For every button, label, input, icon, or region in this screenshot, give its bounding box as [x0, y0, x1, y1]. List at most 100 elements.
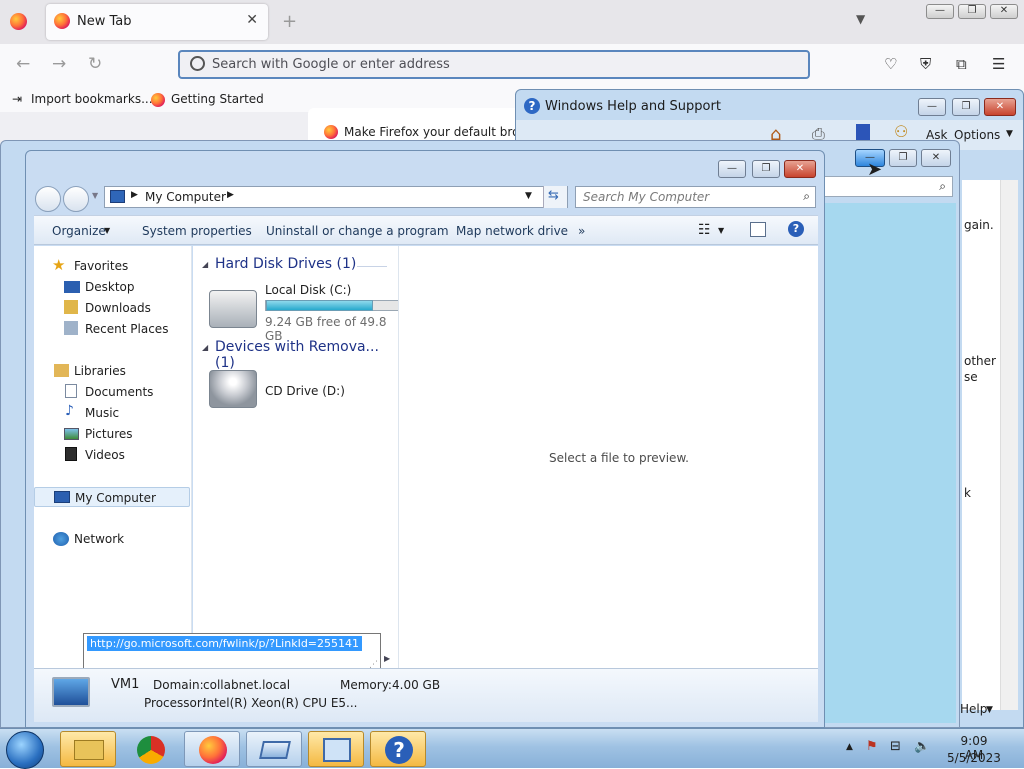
forward-arrow-icon[interactable]: → — [52, 54, 66, 74]
system-properties-button[interactable]: System properties — [142, 224, 252, 238]
nav-favorites[interactable]: ★ Favorites — [34, 256, 190, 276]
taskbar-app-button[interactable] — [246, 731, 302, 767]
nav-desktop[interactable]: Desktop — [34, 277, 190, 297]
breadcrumb-arrow-icon[interactable]: ▶ — [227, 190, 234, 200]
help-close-button[interactable]: ✕ — [984, 98, 1016, 116]
pocket-icon[interactable]: ♡ — [884, 55, 897, 73]
taskbar-system-button[interactable] — [308, 731, 364, 767]
group-header-hard-disks[interactable]: Hard Disk Drives (1) — [215, 256, 356, 272]
address-chevron-down-icon[interactable]: ▼ — [525, 191, 532, 201]
bookmark-getting-started[interactable]: Getting Started — [171, 92, 264, 106]
breadcrumb-arrow-icon[interactable]: ▶ — [131, 190, 138, 200]
command-bar: Organize ▼ System properties Uninstall o… — [34, 215, 818, 245]
preview-pane: Select a file to preview. — [398, 246, 818, 668]
options-button[interactable]: Options — [954, 128, 1000, 142]
nav-documents[interactable]: Documents — [34, 382, 190, 402]
group-collapse-icon[interactable]: ◢ — [202, 343, 208, 352]
map-network-drive-button[interactable]: Map network drive — [456, 224, 568, 238]
taskbar-explorer-button[interactable] — [60, 731, 116, 767]
firefox-bookmark-icon — [151, 93, 165, 107]
nav-my-computer[interactable]: My Computer — [34, 487, 190, 507]
help-text-fragment: k — [964, 486, 971, 500]
ask-people-icon[interactable]: ⚇ — [894, 122, 908, 141]
forward-arrow-icon[interactable] — [63, 186, 89, 212]
help-icon[interactable]: ? — [788, 221, 804, 237]
uninstall-program-button[interactable]: Uninstall or change a program — [266, 224, 449, 238]
import-icon: ⇥ — [12, 92, 23, 106]
nav-recent-places[interactable]: Recent Places — [34, 319, 190, 339]
bookmark-import[interactable]: Import bookmarks... — [31, 92, 153, 106]
back-arrow-icon[interactable]: ← — [16, 54, 30, 74]
system-monitor-icon — [323, 738, 351, 762]
star-icon: ★ — [52, 256, 66, 274]
drive-usage-fill — [266, 300, 373, 311]
action-center-flag-icon[interactable]: ⚑ — [866, 739, 878, 754]
menu-hamburger-icon[interactable]: ☰ — [992, 55, 1005, 73]
mc-minimize-button[interactable]: — — [718, 160, 746, 178]
nav-downloads[interactable]: Downloads — [34, 298, 190, 318]
help-text-fragment: se — [964, 370, 978, 384]
taskbar-help-button[interactable]: ? — [370, 731, 426, 767]
search-placeholder: Search My Computer — [583, 190, 710, 204]
firefox-minimize-button[interactable]: — — [926, 4, 954, 19]
mc-close-button[interactable]: ✕ — [784, 160, 816, 178]
start-button[interactable] — [6, 731, 44, 769]
network-icon — [53, 532, 69, 546]
help-maximize-button[interactable]: ❐ — [952, 98, 980, 116]
help-menu-button[interactable]: Help — [960, 702, 987, 716]
preview-message: Select a file to preview. — [549, 451, 689, 465]
firefox-banner-icon — [324, 125, 338, 139]
bg-maximize-button[interactable]: ❐ — [889, 149, 917, 167]
search-input[interactable]: Search My Computer ⌕ — [575, 186, 816, 208]
default-browser-text: Make Firefox your default brows — [344, 125, 536, 139]
ublock-shield-icon[interactable]: ⛨ — [920, 55, 931, 73]
preview-pane-icon[interactable] — [750, 222, 766, 237]
refresh-icon[interactable]: ⇆ — [543, 186, 567, 208]
breadcrumb-my-computer[interactable]: My Computer — [145, 190, 226, 204]
organize-button[interactable]: Organize — [52, 224, 106, 238]
nav-network[interactable]: Network — [34, 529, 190, 549]
processor-value: Intel(R) Xeon(R) CPU E5... — [203, 696, 358, 710]
recent-places-icon — [64, 321, 78, 335]
help-scrollbar[interactable] — [1000, 180, 1018, 710]
mc-maximize-button[interactable]: ❐ — [752, 160, 780, 178]
reload-icon[interactable]: ↻ — [88, 54, 102, 74]
taskbar-chrome-button[interactable] — [122, 731, 178, 767]
music-icon: ♪ — [65, 403, 74, 419]
options-chevron-down-icon: ▼ — [1006, 129, 1013, 139]
drive-local-disk-c[interactable]: Local Disk (C:) 9.24 GB free of 49.8 GB — [209, 282, 399, 343]
firefox-maximize-button[interactable]: ❐ — [958, 4, 986, 19]
nav-music[interactable]: ♪ Music — [34, 403, 190, 423]
tab-close-icon[interactable]: ✕ — [246, 12, 258, 28]
address-bar[interactable]: ▶ My Computer ▶ ▼ — [104, 186, 568, 208]
volume-icon[interactable]: 🔈 — [914, 739, 930, 754]
firefox-logo-icon[interactable] — [10, 13, 27, 30]
recent-pages-chevron-icon[interactable]: ▼ — [92, 191, 98, 200]
taskbar: ? ▲ ⚑ ⊟ 🔈 9:09 AM 5/5/2023 — [0, 728, 1024, 769]
view-chevron-icon[interactable]: ▼ — [718, 226, 724, 235]
drive-cd-d[interactable]: CD Drive (D:) — [209, 366, 399, 410]
computer-small-icon — [110, 190, 125, 203]
list-all-tabs-icon[interactable]: ▼ — [856, 12, 865, 26]
clock-date[interactable]: 5/5/2023 — [944, 751, 1004, 765]
group-collapse-icon[interactable]: ◢ — [202, 260, 208, 269]
change-view-icon[interactable]: ☷ — [698, 222, 711, 238]
help-minimize-button[interactable]: — — [918, 98, 946, 116]
tab-new-tab[interactable]: New Tab ✕ — [46, 4, 268, 40]
microsoft-fwlink[interactable]: http://go.microsoft.com/fwlink/p/?LinkId… — [87, 636, 363, 651]
nav-videos[interactable]: Videos — [34, 445, 190, 465]
more-commands-button[interactable]: » — [578, 224, 585, 238]
firefox-close-button[interactable]: ✕ — [990, 4, 1018, 19]
network-tray-icon[interactable]: ⊟ — [890, 739, 901, 754]
hard-disk-icon — [209, 290, 257, 328]
bg-close-button[interactable]: ✕ — [921, 149, 951, 167]
nav-pictures[interactable]: Pictures — [34, 424, 190, 444]
extensions-icon[interactable]: ⧉ — [956, 55, 967, 73]
url-bar[interactable]: Search with Google or enter address — [178, 50, 810, 79]
back-arrow-icon[interactable] — [35, 186, 61, 212]
nav-libraries[interactable]: Libraries — [34, 361, 190, 381]
show-hidden-icons-icon[interactable]: ▲ — [846, 742, 853, 752]
scroll-right-arrow-icon[interactable]: ▶ — [384, 654, 390, 663]
taskbar-firefox-button[interactable] — [184, 731, 240, 767]
new-tab-button[interactable]: + — [282, 11, 297, 32]
